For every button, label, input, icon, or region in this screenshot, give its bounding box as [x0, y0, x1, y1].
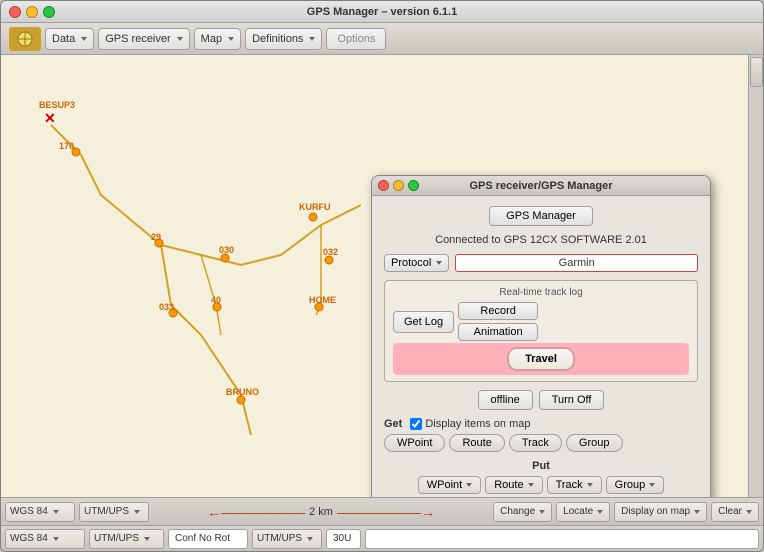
put-route-dropdown[interactable]: Route [485, 476, 542, 494]
svg-text:BESUP3: BESUP3 [39, 100, 75, 110]
close-button[interactable] [9, 6, 21, 18]
minimize-button[interactable] [26, 6, 38, 18]
put-group-arrow-icon [649, 483, 655, 487]
gps-dialog: GPS receiver/GPS Manager GPS Manager Con… [371, 175, 711, 507]
get-section: Get Display items on map WPoint Route Tr… [384, 418, 698, 452]
dialog-close-button[interactable] [378, 180, 389, 191]
window-title: GPS Manager – version 6.1.1 [307, 6, 457, 18]
protocol-dropdown-arrow-icon [436, 261, 442, 265]
put-buttons: WPoint Route Track Group [384, 476, 698, 494]
scroll-thumb[interactable] [750, 57, 763, 87]
title-bar-buttons [9, 6, 55, 18]
options-button[interactable]: Options [326, 28, 386, 50]
right-buttons: Record Animation [458, 302, 538, 341]
dialog-title: GPS receiver/GPS Manager [469, 180, 612, 192]
offline-row: offline Turn Off [384, 390, 698, 410]
gps-manager-button[interactable]: GPS Manager [489, 206, 593, 226]
protocol-dropdown[interactable]: Protocol [384, 254, 449, 272]
record-button[interactable]: Record [458, 302, 538, 320]
zone-field: 30U [326, 529, 361, 549]
svg-text:✕: ✕ [44, 110, 56, 126]
display-items-checkbox[interactable] [410, 418, 422, 430]
svg-text:BRUNO: BRUNO [226, 387, 259, 397]
svg-text:033: 033 [159, 302, 174, 312]
realtime-group: Real-time track log Get Log Record Anima… [384, 280, 698, 382]
svg-text:HOME: HOME [309, 295, 336, 305]
data-dropdown[interactable]: Data [45, 28, 94, 50]
toolbar: Data GPS receiver Map Definitions Option… [1, 23, 763, 55]
dropdown-arrow-icon [177, 37, 183, 41]
svg-text:40: 40 [211, 295, 221, 305]
dialog-title-buttons [378, 180, 419, 191]
get-group-button[interactable]: Group [566, 434, 623, 452]
travel-button[interactable]: Travel [507, 347, 575, 371]
put-wpoint-arrow-icon [466, 483, 472, 487]
dropdown-arrow-icon [81, 37, 87, 41]
wgs84-arrow-icon [53, 537, 59, 541]
app-logo [9, 27, 41, 51]
utm-ups-dropdown1[interactable]: UTM/UPS [89, 529, 164, 549]
map-dropdown[interactable]: Map [194, 28, 241, 50]
dialog-title-bar: GPS receiver/GPS Manager [372, 176, 710, 196]
put-route-arrow-icon [528, 483, 534, 487]
put-section: Put WPoint Route Track [384, 460, 698, 494]
gps-receiver-dropdown[interactable]: GPS receiver [98, 28, 189, 50]
put-wpoint-dropdown[interactable]: WPoint [418, 476, 481, 494]
svg-text:29: 29 [151, 232, 161, 242]
conf-no-rot-field: Conf No Rot [168, 529, 248, 549]
display-items-checkbox-label[interactable]: Display items on map [410, 418, 530, 430]
utm-ups-arrow-icon1 [144, 537, 150, 541]
utm-ups-arrow-icon2 [307, 537, 313, 541]
get-track-button[interactable]: Track [509, 434, 562, 452]
content-area: BESUP3 ✕ 170 KURFU 29 030 [1, 55, 763, 525]
svg-text:KURFU: KURFU [299, 202, 331, 212]
realtime-buttons: Get Log Record Animation [393, 302, 689, 341]
put-group-dropdown[interactable]: Group [606, 476, 665, 494]
turnoff-button[interactable]: Turn Off [539, 390, 605, 410]
put-label: Put [384, 460, 698, 472]
coord-bar [1, 497, 748, 525]
put-track-dropdown[interactable]: Track [547, 476, 602, 494]
get-log-button[interactable]: Get Log [393, 311, 454, 333]
travel-row: Travel [393, 343, 689, 375]
connected-status: Connected to GPS 12CX SOFTWARE 2.01 [384, 234, 698, 246]
coord-value-field [365, 529, 759, 549]
maximize-button[interactable] [43, 6, 55, 18]
get-route-button[interactable]: Route [449, 434, 504, 452]
get-wpoint-button[interactable]: WPoint [384, 434, 445, 452]
get-label: Get [384, 418, 402, 430]
svg-text:032: 032 [323, 247, 338, 257]
utm-ups-dropdown2[interactable]: UTM/UPS [252, 529, 322, 549]
animation-button[interactable]: Animation [458, 323, 538, 341]
offline-button[interactable]: offline [478, 390, 533, 410]
wgs84-dropdown[interactable]: WGS 84 [5, 529, 85, 549]
put-track-arrow-icon [587, 483, 593, 487]
dropdown-arrow-icon [309, 37, 315, 41]
protocol-row: Protocol Garmin [384, 254, 698, 272]
dialog-content: GPS Manager Connected to GPS 12CX SOFTWA… [372, 196, 710, 506]
dropdown-arrow-icon [228, 37, 234, 41]
svg-text:170: 170 [59, 141, 74, 151]
title-bar: GPS Manager – version 6.1.1 [1, 1, 763, 23]
garmin-value: Garmin [455, 254, 698, 272]
get-row: Get Display items on map [384, 418, 698, 430]
realtime-title: Real-time track log [393, 287, 689, 298]
dialog-max-button[interactable] [408, 180, 419, 191]
svg-text:030: 030 [219, 245, 234, 255]
get-buttons: WPoint Route Track Group [384, 434, 698, 452]
main-window: GPS Manager – version 6.1.1 Data GPS rec… [0, 0, 764, 552]
dialog-min-button[interactable] [393, 180, 404, 191]
bottom-coord-bar: WGS 84 UTM/UPS Conf No Rot UTM/UPS 30U [1, 525, 763, 551]
definitions-dropdown[interactable]: Definitions [245, 28, 322, 50]
scrollbar[interactable] [748, 55, 763, 497]
